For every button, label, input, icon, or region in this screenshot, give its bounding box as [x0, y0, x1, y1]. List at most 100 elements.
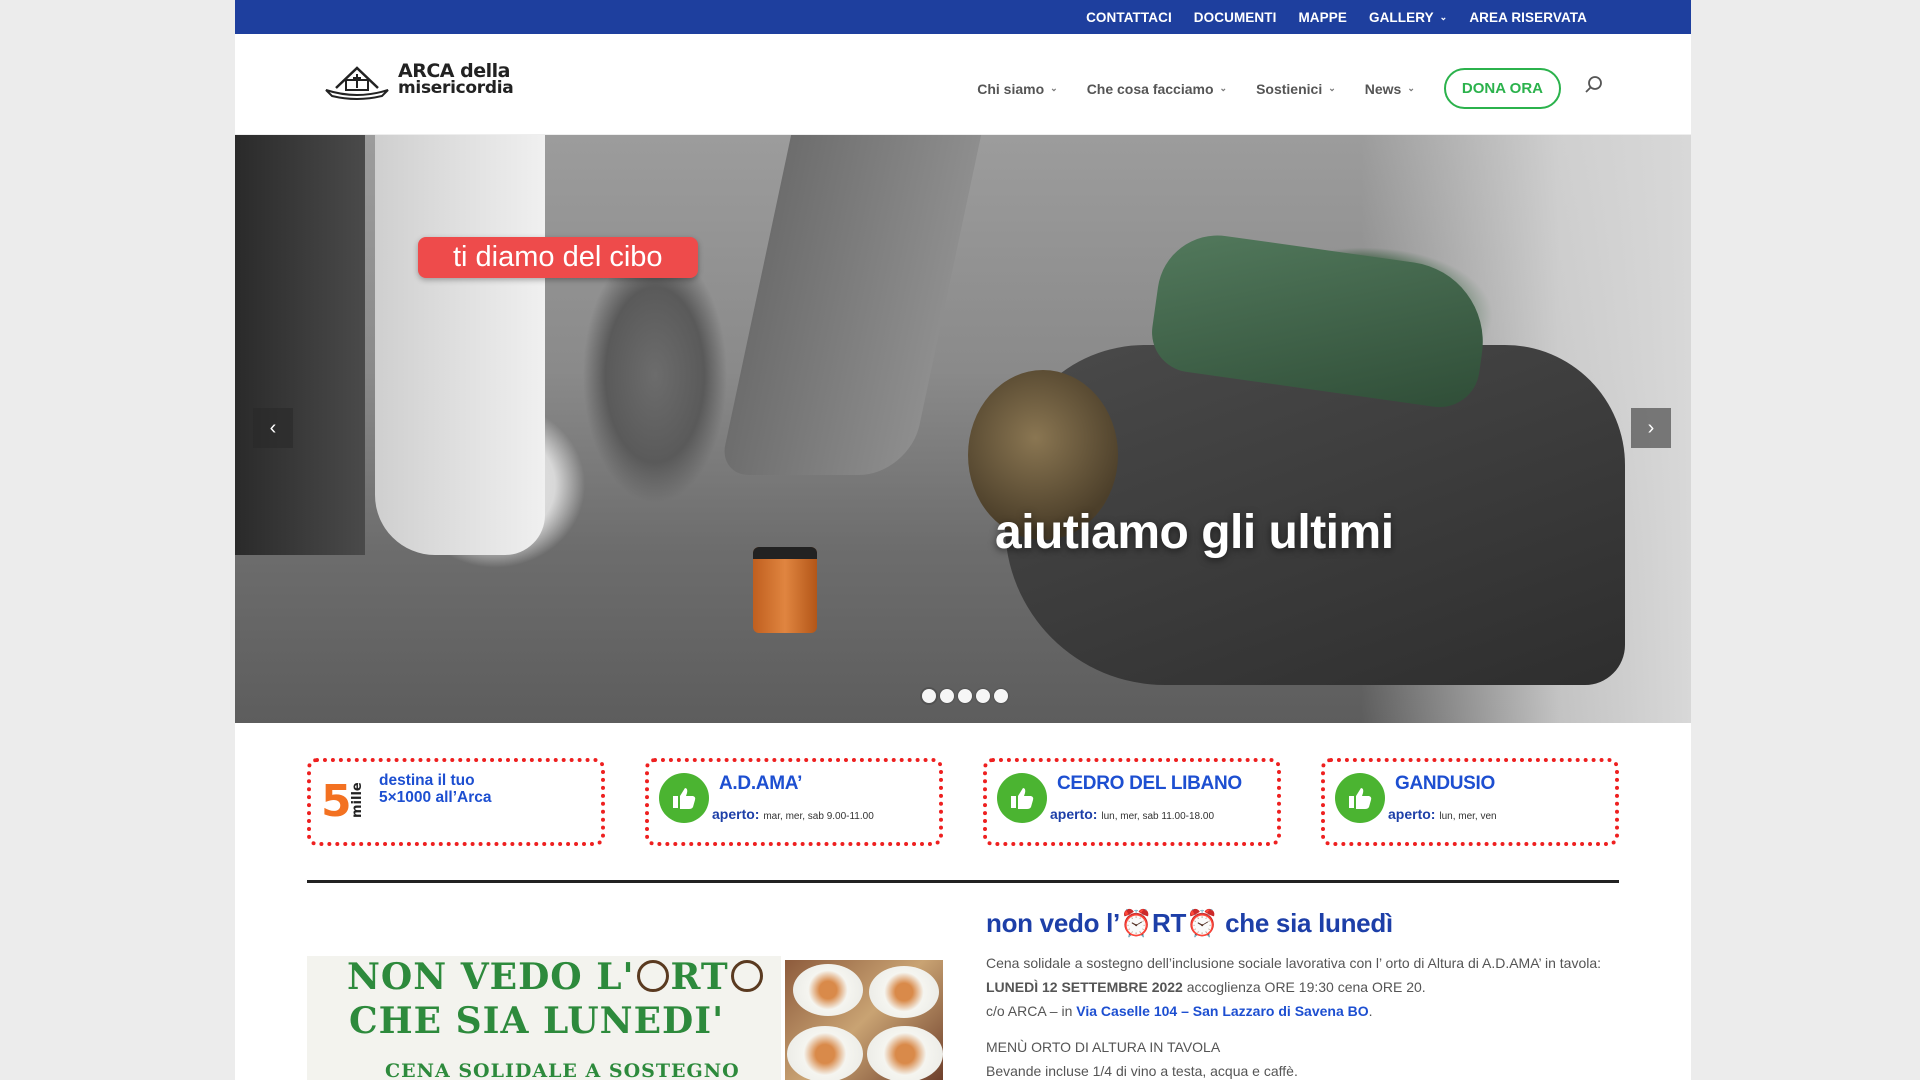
news-photo-food [785, 960, 943, 1080]
box-title: A.D.AMA’ [719, 773, 803, 794]
plate-image [793, 964, 863, 1016]
box-adama[interactable]: A.D.AMA’ aperto: mar, mer, sab 9.00-11.0… [645, 758, 943, 846]
news-title[interactable]: non vedo l’⏰RT⏰ che sia lunedì [986, 908, 1636, 939]
news-poster: NON VEDO L' RT CHE SIA LUNEDI' CENA SOLID… [307, 956, 781, 1080]
box-gandusio[interactable]: GANDUSIO aperto: lun, mer, ven [1321, 758, 1619, 846]
logo-line2: misericordia [398, 78, 514, 98]
slider-prev-button[interactable]: ‹ [253, 408, 293, 448]
page: CONTATTACI DOCUMENTI MAPPE GALLERY ⌄ AREA… [235, 0, 1691, 1080]
poster-line1-text: NON VEDO L' [347, 956, 635, 998]
hero-caption: aiutiamo gli ultimi [995, 506, 1394, 559]
hero-photo-detail [375, 135, 545, 555]
news-time: accoglienza ORE 19:30 cena ORE 20. [1182, 979, 1426, 995]
hero-slider: ti diamo del cibo aiutiamo gli ultimi ‹ … [235, 135, 1691, 723]
nav-label: Sostienici [1256, 80, 1323, 97]
slider-dot[interactable] [976, 689, 990, 703]
poster-line1-tail: RT [670, 956, 729, 998]
hero-photo-detail [235, 135, 365, 555]
nav-label: News [1364, 80, 1402, 97]
news-image[interactable]: NON VEDO L' RT CHE SIA LUNEDI' CENA SOLID… [307, 956, 943, 1080]
info-boxes: 5 mille destina il tuo 5×1000 all’Arca A… [307, 758, 1619, 846]
news-title-mid: RT [1152, 908, 1187, 938]
nav-item-che-cosa-facciamo[interactable]: Che cosa facciamo ⌄ [1087, 81, 1227, 97]
plate-image [867, 1026, 943, 1080]
box-hours-value: mar, mer, sab 9.00-11.00 [763, 811, 874, 822]
site-logo[interactable]: ARCA della misericordia [322, 60, 514, 100]
clock-icon [636, 960, 669, 992]
thumbs-up-icon [1335, 773, 1385, 823]
clock-icon [730, 960, 763, 992]
box-5x1000-line1: destina il tuo [379, 772, 475, 789]
box-title: CEDRO DEL LIBANO [1057, 773, 1242, 794]
plate-image [869, 966, 939, 1018]
chevron-down-icon: ⌄ [1439, 11, 1448, 22]
chevron-down-icon: ⌄ [1219, 83, 1228, 93]
topbar-link-area-riservata[interactable]: AREA RISERVATA [1469, 10, 1587, 25]
topbar-link-documenti[interactable]: DOCUMENTI [1194, 10, 1277, 25]
topbar-link-mappe[interactable]: MAPPE [1298, 10, 1347, 25]
box-hours: aperto: lun, mer, ven [1388, 806, 1497, 822]
slider-dot[interactable] [958, 689, 972, 703]
thumbs-up-icon [997, 773, 1047, 823]
news-article: non vedo l’⏰RT⏰ che sia lunedì Cena soli… [986, 908, 1636, 1080]
news-paragraph-2: LUNEDÌ 12 SETTEMBRE 2022 accoglienza ORE… [986, 975, 1636, 999]
plate-image [787, 1026, 863, 1080]
logo-text: ARCA della misericordia [398, 62, 514, 98]
news-location-post: . [1368, 1003, 1373, 1019]
svg-text:mille: mille [350, 782, 365, 818]
box-cedro-del-libano[interactable]: CEDRO DEL LIBANO aperto: lun, mer, sab 1… [983, 758, 1281, 846]
thumbs-up-icon [659, 773, 709, 823]
box-title: GANDUSIO [1395, 773, 1495, 794]
box-hours-value: lun, mer, sab 11.00-18.00 [1101, 811, 1215, 822]
news-paragraph-5: Bevande incluse 1/4 di vino a testa, acq… [986, 1063, 1298, 1079]
slider-dots [922, 689, 1008, 703]
alarm-clock-icon: ⏰ [1186, 908, 1219, 938]
news-date: LUNEDÌ 12 SETTEMBRE 2022 [986, 979, 1183, 995]
box-hours-label: aperto: [712, 806, 760, 822]
svg-text:5: 5 [321, 776, 352, 822]
topbar-link-gallery[interactable]: GALLERY ⌄ [1369, 10, 1447, 25]
nav-item-news[interactable]: News ⌄ [1365, 81, 1415, 97]
hero-photo-cup [753, 547, 817, 633]
five-mille-icon: 5 mille [321, 776, 365, 827]
chevron-down-icon: ⌄ [1328, 83, 1336, 93]
header: ARCA della misericordia Chi siamo ⌄ Che c… [235, 34, 1691, 135]
nav-label: Che cosa facciamo [1086, 80, 1214, 97]
news-address-link[interactable]: Via Caselle 104 – San Lazzaro di Savena … [1076, 1003, 1368, 1019]
slider-dot[interactable] [940, 689, 954, 703]
topbar-gallery-label: GALLERY [1368, 9, 1434, 25]
box-5x1000[interactable]: 5 mille destina il tuo 5×1000 all’Arca [307, 758, 605, 846]
top-bar: CONTATTACI DOCUMENTI MAPPE GALLERY ⌄ AREA… [235, 0, 1691, 34]
nav-item-sostienici[interactable]: Sostienici ⌄ [1256, 81, 1336, 97]
donate-button[interactable]: DONA ORA [1443, 68, 1561, 109]
news-paragraph-1: Cena solidale a sostegno dell’inclusione… [986, 955, 1602, 971]
alarm-clock-icon: ⏰ [1119, 908, 1153, 938]
news-paragraph-4: MENÙ ORTO DI ALTURA IN TAVOLA [986, 1039, 1221, 1055]
poster-line1: NON VEDO L' RT [347, 956, 763, 998]
nav-label: Chi siamo [977, 80, 1045, 97]
hero-tag: ti diamo del cibo [418, 237, 698, 278]
slider-dot[interactable] [994, 689, 1008, 703]
topbar-link-contattaci[interactable]: CONTATTACI [1086, 10, 1172, 25]
ark-logo-icon [325, 66, 389, 100]
box-5x1000-title: destina il tuo 5×1000 all’Arca [379, 772, 491, 806]
box-hours-value: lun, mer, ven [1439, 811, 1497, 822]
news-title-pre: non vedo l’ [986, 908, 1120, 938]
news-title-post: che sia lunedì [1218, 908, 1393, 938]
news-paragraph-3: c/o ARCA – in Via Caselle 104 – San Lazz… [986, 999, 1636, 1023]
box-hours: aperto: mar, mer, sab 9.00-11.00 [712, 806, 874, 822]
box-hours: aperto: lun, mer, sab 11.00-18.00 [1050, 806, 1214, 822]
chevron-down-icon: ⌄ [1050, 83, 1058, 93]
slider-next-button[interactable]: › [1631, 408, 1671, 448]
5x1000-logo: 5 mille [321, 772, 365, 827]
search-icon[interactable] [1583, 74, 1605, 96]
main-nav: Chi siamo ⌄ Che cosa facciamo ⌄ Sostienici… [977, 68, 1605, 109]
box-hours-label: aperto: [1388, 806, 1436, 822]
slider-dot[interactable] [922, 689, 936, 703]
chevron-down-icon: ⌄ [1407, 83, 1415, 93]
nav-item-chi-siamo[interactable]: Chi siamo ⌄ [977, 81, 1057, 97]
section-divider [307, 880, 1619, 883]
news-location-pre: c/o ARCA – in [986, 1003, 1077, 1019]
poster-line3: CENA SOLIDALE A SOSTEGNO [385, 1060, 740, 1080]
